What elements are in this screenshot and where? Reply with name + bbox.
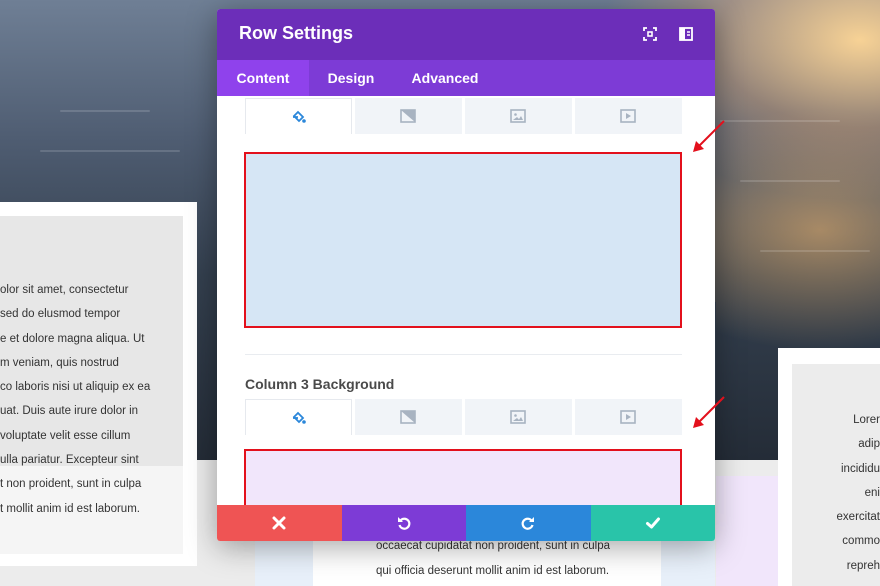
wave-line	[740, 180, 840, 182]
section-divider	[245, 354, 682, 355]
text-line: co laboris nisi ut aliquip ex ea	[0, 381, 151, 394]
text-line: commo	[842, 535, 880, 548]
background-gradient-tab[interactable]	[355, 399, 462, 435]
tab-content[interactable]: Content	[217, 60, 309, 96]
background-color-tab[interactable]	[245, 98, 352, 134]
paint-bucket-icon	[292, 110, 306, 123]
text-line: t non proident, sunt in culpa	[0, 478, 142, 491]
text-line: eni	[864, 486, 880, 499]
background-video-tab[interactable]	[575, 98, 682, 134]
wave-line	[760, 250, 870, 252]
text-line: incididu	[841, 462, 880, 475]
annotation-arrow-icon	[693, 396, 725, 428]
fullscreen-icon[interactable]	[641, 25, 659, 43]
text-line: qui officia deserunt mollit anim id est …	[376, 565, 610, 577]
column-3-background-type-tabs	[245, 399, 682, 435]
undo-icon	[397, 517, 410, 530]
row-settings-modal: Row Settings Content Design Advanced Col…	[217, 9, 715, 541]
image-icon	[510, 410, 526, 424]
paint-bucket-icon	[292, 411, 306, 424]
modal-body: Column 3 Background	[217, 96, 715, 505]
text-line: exercitat	[836, 511, 880, 524]
check-icon	[645, 517, 660, 529]
tab-advanced[interactable]: Advanced	[399, 60, 491, 96]
background-image-tab[interactable]	[465, 399, 572, 435]
bottom-card-text: occaecat cupidatat non proident, sunt in…	[376, 534, 610, 584]
text-line: repreh	[846, 559, 880, 572]
background-video-tab[interactable]	[575, 399, 682, 435]
text-line: t mollit anim id est laborum.	[0, 502, 140, 515]
annotation-arrow-icon	[693, 120, 725, 152]
split-view-icon[interactable]	[677, 25, 695, 43]
right-card-text: Lorer adip incididu eni exercitat commo …	[792, 408, 880, 578]
undo-button[interactable]	[341, 505, 466, 541]
modal-title: Row Settings	[239, 23, 354, 43]
background-image-tab[interactable]	[465, 98, 572, 134]
text-line: uat. Duis aute irure dolor in	[0, 405, 139, 418]
close-icon	[272, 516, 286, 530]
tab-design[interactable]: Design	[313, 60, 389, 96]
wave-line	[720, 120, 840, 122]
modal-footer	[217, 505, 715, 541]
text-line: sed do elusmod tempor	[0, 308, 121, 321]
background-gradient-tab[interactable]	[355, 98, 462, 134]
left-card-text: olor sit amet, consectetur sed do elusmo…	[0, 278, 183, 521]
text-line: e et dolore magna aliqua. Ut	[0, 332, 145, 345]
text-line: olor sit amet, consectetur	[0, 284, 129, 296]
image-icon	[510, 109, 526, 123]
settings-tab-bar: Content Design Advanced	[217, 60, 715, 96]
wave-line	[60, 110, 150, 112]
redo-button[interactable]	[466, 505, 591, 541]
background-color-tab[interactable]	[245, 399, 352, 435]
save-button[interactable]	[590, 505, 715, 541]
column-2-color-preview[interactable]	[244, 152, 682, 328]
right-text-card: Lorer adip incididu eni exercitat commo …	[778, 348, 880, 586]
column-3-color-preview[interactable]	[244, 449, 682, 505]
left-card-inner: olor sit amet, consectetur sed do elusmo…	[0, 216, 183, 554]
discard-button[interactable]	[217, 505, 342, 541]
column-3-background-label: Column 3 Background	[245, 376, 395, 392]
wave-line	[40, 150, 180, 152]
column-2-background-type-tabs	[245, 98, 682, 134]
text-line: m veniam, quis nostrud	[0, 356, 119, 369]
left-text-card: olor sit amet, consectetur sed do elusmo…	[0, 202, 197, 566]
text-line: Lorer	[853, 414, 880, 426]
text-line: voluptate velit esse cillum	[0, 429, 131, 442]
text-line: adip	[858, 438, 880, 451]
gradient-icon	[400, 410, 416, 424]
redo-icon	[521, 517, 534, 530]
modal-header[interactable]: Row Settings	[217, 9, 715, 60]
video-icon	[620, 109, 636, 123]
video-icon	[620, 410, 636, 424]
text-line: ulla pariatur. Excepteur sint	[0, 454, 139, 467]
column-3-background-strip	[716, 476, 778, 586]
gradient-icon	[400, 109, 416, 123]
right-card-inner: Lorer adip incididu eni exercitat commo …	[792, 364, 880, 586]
